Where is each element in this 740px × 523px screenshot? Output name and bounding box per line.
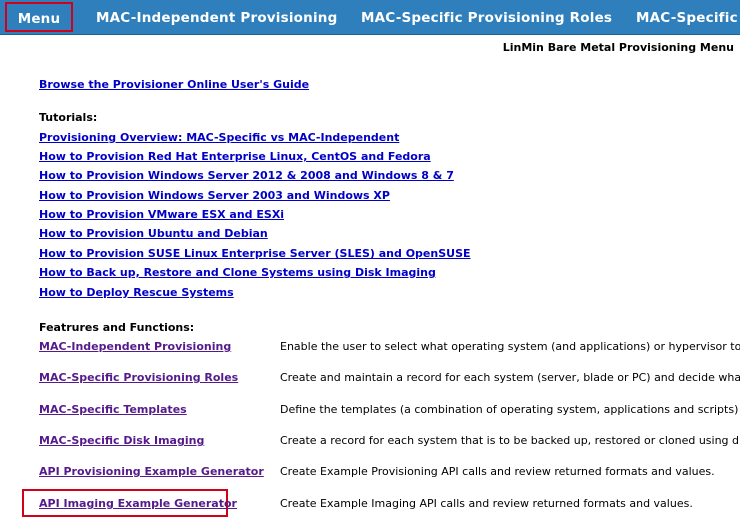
tab-mac-independent-provisioning[interactable]: MAC-Independent Provisioning xyxy=(96,0,337,34)
feature-link-api-provisioning[interactable]: API Provisioning Example Generator xyxy=(39,465,264,478)
tab-mac-specific-templates[interactable]: MAC-Specific Te xyxy=(636,0,740,34)
page-title: LinMin Bare Metal Provisioning Menu xyxy=(502,41,734,54)
tutorial-link-vmware[interactable]: How to Provision VMware ESX and ESXi xyxy=(39,208,284,221)
tab-mac-specific-provisioning-roles[interactable]: MAC-Specific Provisioning Roles xyxy=(361,0,612,34)
feature-link-disk-imaging[interactable]: MAC-Specific Disk Imaging xyxy=(39,434,204,447)
tab-menu[interactable]: Menu xyxy=(5,2,73,32)
feature-link-provisioning-roles[interactable]: MAC-Specific Provisioning Roles xyxy=(39,371,238,384)
feature-desc-disk-imaging: Create a record for each system that is … xyxy=(280,434,740,447)
feature-link-templates[interactable]: MAC-Specific Templates xyxy=(39,403,187,416)
top-nav-bar: Menu MAC-Independent Provisioning MAC-Sp… xyxy=(0,0,740,35)
feature-link-api-imaging[interactable]: API Imaging Example Generator xyxy=(39,497,237,510)
features-heading: Featrures and Functions: xyxy=(39,321,195,334)
feature-desc-api-provisioning: Create Example Provisioning API calls an… xyxy=(280,465,715,478)
tutorial-link-disk-imaging[interactable]: How to Back up, Restore and Clone System… xyxy=(39,266,436,279)
feature-desc-provisioning-roles: Create and maintain a record for each sy… xyxy=(280,371,740,384)
tutorial-link-rescue[interactable]: How to Deploy Rescue Systems xyxy=(39,286,234,299)
feature-desc-templates: Define the templates (a combination of o… xyxy=(280,403,740,416)
user-guide-link[interactable]: Browse the Provisioner Online User's Gui… xyxy=(39,78,309,91)
tutorials-heading: Tutorials: xyxy=(39,111,98,124)
feature-desc-api-imaging: Create Example Imaging API calls and rev… xyxy=(280,497,693,510)
tutorial-link-windows-2012[interactable]: How to Provision Windows Server 2012 & 2… xyxy=(39,169,454,182)
feature-link-mac-independent[interactable]: MAC-Independent Provisioning xyxy=(39,340,231,353)
tutorial-link-redhat[interactable]: How to Provision Red Hat Enterprise Linu… xyxy=(39,150,431,163)
tutorial-link-overview[interactable]: Provisioning Overview: MAC-Specific vs M… xyxy=(39,131,399,144)
tutorial-link-suse[interactable]: How to Provision SUSE Linux Enterprise S… xyxy=(39,247,471,260)
feature-desc-mac-independent: Enable the user to select what operating… xyxy=(280,340,740,353)
tutorial-link-ubuntu[interactable]: How to Provision Ubuntu and Debian xyxy=(39,227,268,240)
tutorial-link-windows-2003[interactable]: How to Provision Windows Server 2003 and… xyxy=(39,189,390,202)
